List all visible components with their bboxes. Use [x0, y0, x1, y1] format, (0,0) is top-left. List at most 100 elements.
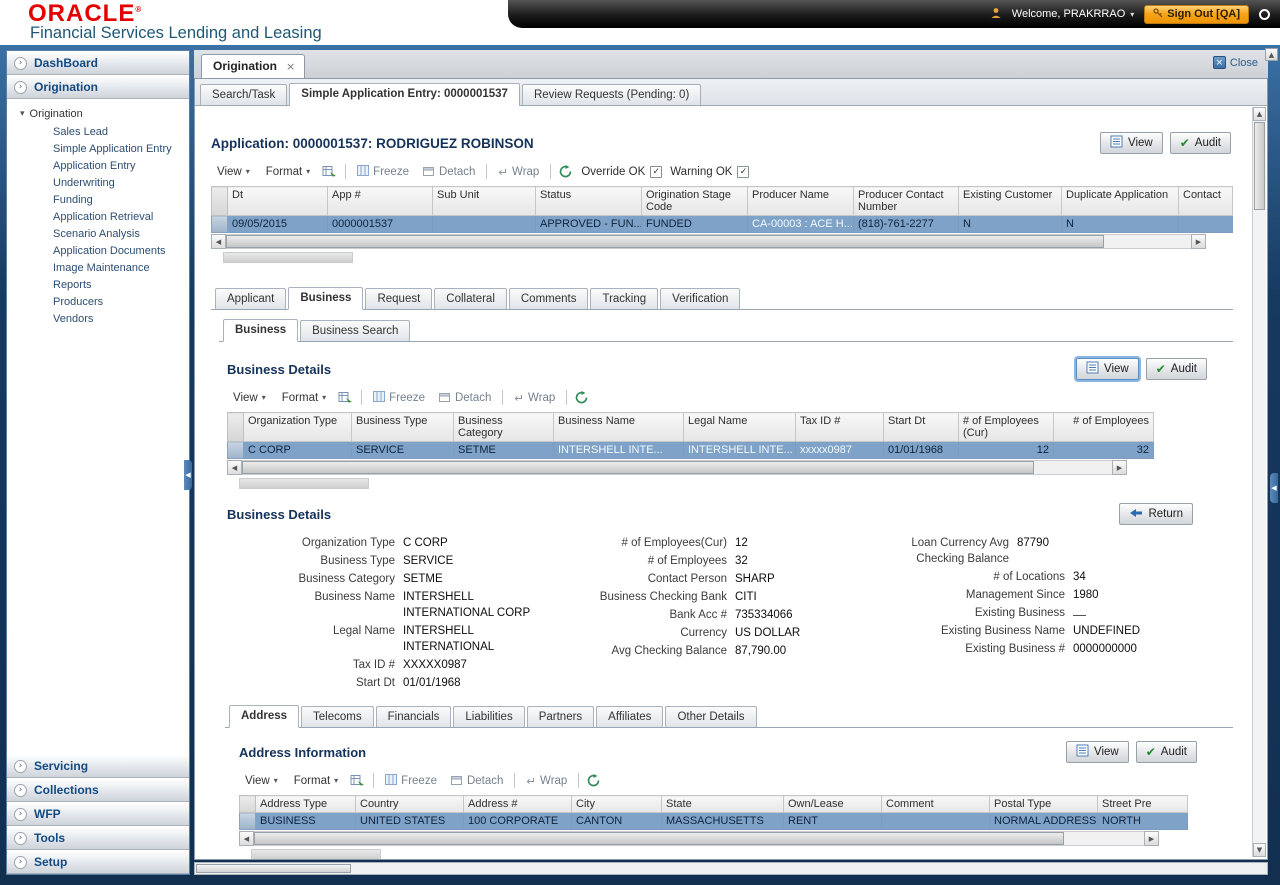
main-h-scrollbar[interactable]: [194, 862, 1268, 875]
cell-organization-type[interactable]: C CORP: [243, 441, 352, 459]
column-header-legal-name[interactable]: Legal Name: [683, 412, 796, 442]
tab-address[interactable]: Address: [229, 705, 300, 728]
cell-contact[interactable]: [1178, 215, 1233, 233]
column-header-address-number[interactable]: Address #: [463, 795, 572, 813]
cell-postal-type[interactable]: NORMAL ADDRESS: [989, 812, 1098, 830]
cell-city[interactable]: CANTON: [571, 812, 662, 830]
column-header-duplicate-application[interactable]: Duplicate Application: [1061, 186, 1179, 216]
scroll-up-button[interactable]: ▲: [1253, 107, 1266, 121]
column-header-status[interactable]: Status: [535, 186, 642, 216]
tree-item-application-retrieval[interactable]: Application Retrieval: [7, 208, 189, 225]
cell-producer-contact-number[interactable]: (818)-761-2277: [853, 215, 959, 233]
tab-liabilities[interactable]: Liabilities: [453, 706, 525, 727]
column-header-street-pre[interactable]: Street Pre: [1097, 795, 1188, 813]
column-header-business-type[interactable]: Business Type: [351, 412, 454, 442]
scroll-thumb[interactable]: [254, 832, 1064, 845]
wrap-button[interactable]: ↵ Wrap: [495, 163, 542, 181]
view-menu[interactable]: View ▾: [229, 390, 270, 406]
frozen-pane-scrollbar[interactable]: [239, 478, 369, 489]
cell-business-category[interactable]: SETME: [453, 441, 554, 459]
tab-partners[interactable]: Partners: [526, 706, 595, 727]
scroll-left-button[interactable]: ◀: [227, 460, 242, 475]
refresh-icon[interactable]: [559, 165, 573, 178]
column-header-origination-stage-code[interactable]: Origination Stage Code: [641, 186, 748, 216]
scroll-right-button[interactable]: ▶: [1144, 831, 1159, 846]
view-button[interactable]: View: [1076, 358, 1139, 380]
cell-producer-name[interactable]: CA-00003 : ACE H...: [747, 215, 854, 233]
tree-item-vendors[interactable]: Vendors: [7, 310, 189, 327]
column-header-address-type[interactable]: Address Type: [255, 795, 356, 813]
column-header-start-dt[interactable]: Start Dt: [883, 412, 959, 442]
column-header-city[interactable]: City: [571, 795, 662, 813]
scroll-down-button[interactable]: ▼: [1253, 843, 1266, 857]
detach-button[interactable]: Detach: [448, 772, 506, 790]
tree-item-image-maintenance[interactable]: Image Maintenance: [7, 259, 189, 276]
cell-status[interactable]: APPROVED - FUN...: [535, 215, 642, 233]
tree-item-reports[interactable]: Reports: [7, 276, 189, 293]
column-header-state[interactable]: State: [661, 795, 784, 813]
business-row[interactable]: C CORP SERVICE SETME INTERSHELL INTE... …: [227, 441, 1154, 459]
sidebar-item-wfp[interactable]: › WFP: [7, 802, 189, 826]
cell-app-number[interactable]: 0000001537: [327, 215, 433, 233]
signout-button[interactable]: Sign Out [QA]: [1144, 4, 1249, 24]
refresh-icon[interactable]: [575, 391, 589, 404]
welcome-menu[interactable]: Welcome, PRAKRRAO ▾: [1012, 8, 1135, 20]
row-selector[interactable]: [239, 812, 256, 830]
audit-button[interactable]: ✔ Audit: [1169, 132, 1231, 154]
scroll-right-button[interactable]: ▶: [1112, 460, 1127, 475]
tab-telecoms[interactable]: Telecoms: [301, 706, 374, 727]
page-scroll-up-button[interactable]: ▲: [1265, 48, 1278, 61]
sidebar-collapse-handle[interactable]: ◀: [184, 460, 192, 490]
format-menu[interactable]: Format ▾: [278, 390, 330, 406]
sidebar-item-servicing[interactable]: › Servicing: [7, 754, 189, 778]
wrap-button[interactable]: ↵ Wrap: [511, 389, 558, 407]
tab-business[interactable]: Business: [288, 287, 364, 310]
row-selector[interactable]: [227, 441, 244, 459]
column-header-employees[interactable]: # of Employees: [1053, 412, 1154, 442]
tab-simple-application-entry[interactable]: Simple Application Entry: 0000001537: [289, 83, 520, 106]
view-menu[interactable]: View ▾: [241, 773, 282, 789]
cell-legal-name[interactable]: INTERSHELL INTE...: [683, 441, 796, 459]
power-icon[interactable]: [1259, 8, 1270, 20]
cell-address-type[interactable]: BUSINESS: [255, 812, 356, 830]
column-header-existing-customer[interactable]: Existing Customer: [958, 186, 1062, 216]
scroll-right-button[interactable]: ▶: [1191, 234, 1206, 249]
tab-applicant[interactable]: Applicant: [215, 288, 287, 309]
tree-item-scenario-analysis[interactable]: Scenario Analysis: [7, 225, 189, 242]
column-header-contact[interactable]: Contact: [1178, 186, 1233, 216]
format-menu[interactable]: Format ▾: [262, 164, 314, 180]
column-header-producer-name[interactable]: Producer Name: [747, 186, 854, 216]
tab-review-requests[interactable]: Review Requests (Pending: 0): [521, 84, 702, 105]
export-icon[interactable]: [322, 165, 337, 178]
column-header-comment[interactable]: Comment: [881, 795, 990, 813]
sidebar-item-origination[interactable]: › Origination: [7, 75, 189, 99]
cell-comment[interactable]: [881, 812, 990, 830]
tree-item-sales-lead[interactable]: Sales Lead: [7, 123, 189, 140]
v-scrollbar[interactable]: ▲ ▼: [1252, 107, 1266, 857]
frozen-pane-scrollbar[interactable]: [223, 252, 353, 263]
column-header-producer-contact-number[interactable]: Producer Contact Number: [853, 186, 959, 216]
column-header-country[interactable]: Country: [355, 795, 464, 813]
detach-button[interactable]: Detach: [436, 389, 494, 407]
tree-root-origination[interactable]: ▾ Origination: [7, 106, 189, 123]
tree-item-funding[interactable]: Funding: [7, 191, 189, 208]
export-icon[interactable]: [350, 774, 365, 787]
close-button[interactable]: × Close: [1212, 56, 1258, 69]
scroll-thumb[interactable]: [242, 461, 1034, 474]
scroll-thumb[interactable]: [1254, 122, 1265, 210]
tab-affiliates[interactable]: Affiliates: [596, 706, 664, 727]
cell-employees[interactable]: 32: [1053, 441, 1154, 459]
cell-start-dt[interactable]: 01/01/1968: [883, 441, 959, 459]
cell-origination-stage-code[interactable]: FUNDED: [641, 215, 748, 233]
tab-search-task[interactable]: Search/Task: [200, 84, 288, 105]
tree-item-application-documents[interactable]: Application Documents: [7, 242, 189, 259]
column-header-sub-unit[interactable]: Sub Unit: [432, 186, 536, 216]
row-selector[interactable]: [211, 215, 228, 233]
warning-ok-checkbox[interactable]: Warning OK ✓: [670, 165, 750, 178]
scroll-track[interactable]: [254, 831, 1144, 846]
column-header-employees-cur[interactable]: # of Employees (Cur): [958, 412, 1054, 442]
export-icon[interactable]: [338, 391, 353, 404]
cell-own-lease[interactable]: RENT: [783, 812, 882, 830]
tab-business-search[interactable]: Business Search: [300, 320, 411, 341]
close-tab-icon[interactable]: ×: [286, 60, 295, 73]
